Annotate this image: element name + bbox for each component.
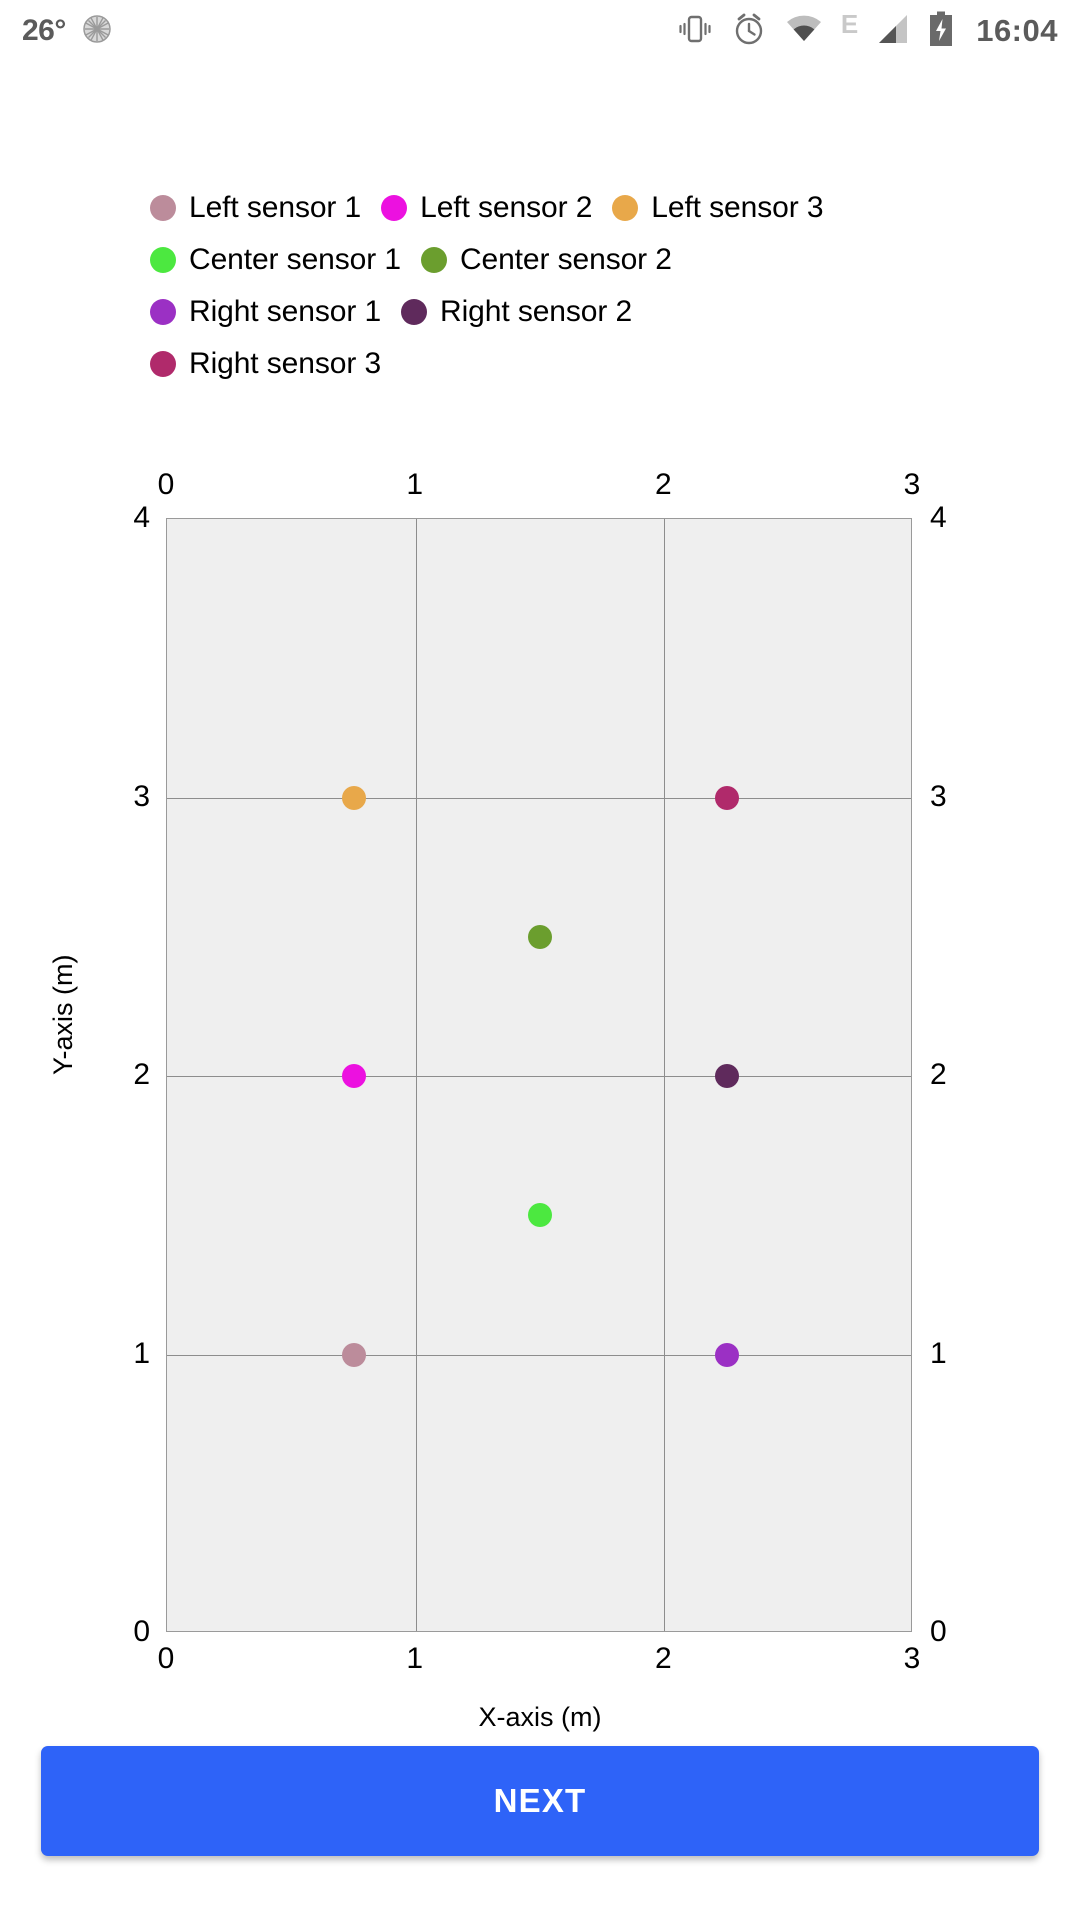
data-point bbox=[714, 785, 739, 810]
status-bar: 26° E 16:04 bbox=[0, 0, 1080, 62]
y-axis-label: Y-axis (m) bbox=[48, 954, 78, 1075]
legend-item-label: Left sensor 3 bbox=[651, 191, 824, 224]
clock-time: 16:04 bbox=[976, 13, 1058, 48]
legend-item-label: Center sensor 1 bbox=[189, 243, 401, 276]
y-axis-tick-left: 0 bbox=[133, 1615, 150, 1648]
x-axis-tick-top: 0 bbox=[157, 468, 175, 501]
x-axis-label: X-axis (m) bbox=[478, 1702, 602, 1732]
next-button[interactable]: NEXT bbox=[41, 1746, 1039, 1856]
y-axis-tick-left: 4 bbox=[133, 501, 150, 534]
legend-item: Left sensor 3 bbox=[612, 191, 824, 225]
y-axis-tick-left: 3 bbox=[133, 779, 150, 813]
x-axis-tick-top: 3 bbox=[903, 468, 921, 501]
temperature-indicator: 26° bbox=[22, 14, 66, 47]
legend-swatch-icon bbox=[401, 299, 428, 325]
data-point bbox=[341, 1064, 366, 1088]
legend-item: Left sensor 2 bbox=[381, 191, 592, 225]
chart-legend: Left sensor 1 Left sensor 2 Left sensor 3 C… bbox=[150, 182, 920, 390]
x-axis-tick-top: 2 bbox=[654, 468, 672, 501]
legend-item-label: Right sensor 3 bbox=[189, 347, 382, 380]
x-axis-tick-bottom: 3 bbox=[903, 1642, 921, 1675]
legend-swatch-icon bbox=[150, 247, 176, 273]
legend-swatch-icon bbox=[150, 299, 176, 325]
legend-swatch-icon bbox=[150, 195, 176, 221]
legend-item-label: Center sensor 2 bbox=[459, 243, 672, 276]
scatter-plot: 001122330011223344 X-axis (m) Y-axis (m) bbox=[0, 430, 1080, 1732]
signal-icon bbox=[876, 13, 910, 50]
legend-item-label: Right sensor 2 bbox=[440, 295, 633, 328]
y-axis-tick-right: 3 bbox=[930, 779, 947, 813]
data-point bbox=[528, 924, 552, 949]
legend-row: Left sensor 1 Left sensor 2 Left sensor 3 bbox=[150, 182, 920, 234]
gridline-horizontal bbox=[167, 797, 911, 799]
brightness-icon bbox=[80, 12, 114, 51]
battery-charging-icon bbox=[928, 11, 954, 52]
x-axis-tick-bottom: 0 bbox=[157, 1642, 175, 1675]
vibrate-icon bbox=[677, 11, 713, 52]
gridline-horizontal bbox=[167, 1354, 911, 1356]
legend-row: Right sensor 1 Right sensor 2 bbox=[150, 286, 920, 338]
legend-item: Left sensor 1 bbox=[150, 191, 361, 225]
plot-area bbox=[166, 518, 912, 1632]
data-point bbox=[341, 1342, 366, 1367]
legend-swatch-icon bbox=[612, 195, 639, 221]
x-axis-tick-top: 1 bbox=[406, 468, 423, 501]
legend-item: Right sensor 3 bbox=[150, 347, 381, 381]
y-axis-tick-left: 1 bbox=[133, 1336, 150, 1370]
legend-row: Right sensor 3 bbox=[150, 338, 920, 390]
legend-swatch-icon bbox=[381, 195, 408, 221]
x-axis-tick-bottom: 2 bbox=[654, 1642, 672, 1675]
legend-item-label: Right sensor 1 bbox=[189, 295, 382, 328]
legend-row: Center sensor 1 Center sensor 2 bbox=[150, 234, 920, 286]
legend-item-label: Left sensor 2 bbox=[420, 191, 593, 224]
wifi-icon bbox=[785, 14, 823, 49]
status-bar-right: E 16:04 bbox=[677, 11, 1080, 52]
y-axis-tick-left: 2 bbox=[133, 1058, 150, 1091]
y-axis-tick-right: 0 bbox=[930, 1615, 947, 1648]
legend-swatch-icon bbox=[420, 247, 447, 273]
gridline-vertical bbox=[415, 519, 417, 1631]
data-point bbox=[528, 1203, 552, 1228]
alarm-icon bbox=[731, 11, 767, 52]
legend-item: Right sensor 2 bbox=[401, 295, 632, 329]
legend-item: Right sensor 1 bbox=[150, 295, 381, 329]
y-axis-tick-right: 2 bbox=[930, 1058, 947, 1091]
app-screen: 26° E 16:04 Left sensor 1 Left sensor 2 … bbox=[0, 0, 1080, 1920]
legend-item-label: Left sensor 1 bbox=[189, 191, 362, 224]
y-axis-tick-right: 4 bbox=[930, 501, 947, 534]
data-point bbox=[714, 1342, 739, 1367]
data-point bbox=[341, 785, 366, 810]
x-axis-tick-bottom: 1 bbox=[406, 1642, 423, 1675]
legend-swatch-icon bbox=[150, 351, 176, 377]
gridline-horizontal bbox=[167, 1076, 911, 1077]
edge-network-label: E bbox=[840, 9, 859, 39]
y-axis-tick-right: 1 bbox=[930, 1336, 947, 1370]
legend-item: Center sensor 2 bbox=[420, 243, 672, 277]
status-bar-left: 26° bbox=[0, 12, 114, 51]
legend-item: Center sensor 1 bbox=[150, 243, 401, 277]
gridline-vertical bbox=[664, 519, 666, 1631]
data-point bbox=[714, 1064, 739, 1088]
